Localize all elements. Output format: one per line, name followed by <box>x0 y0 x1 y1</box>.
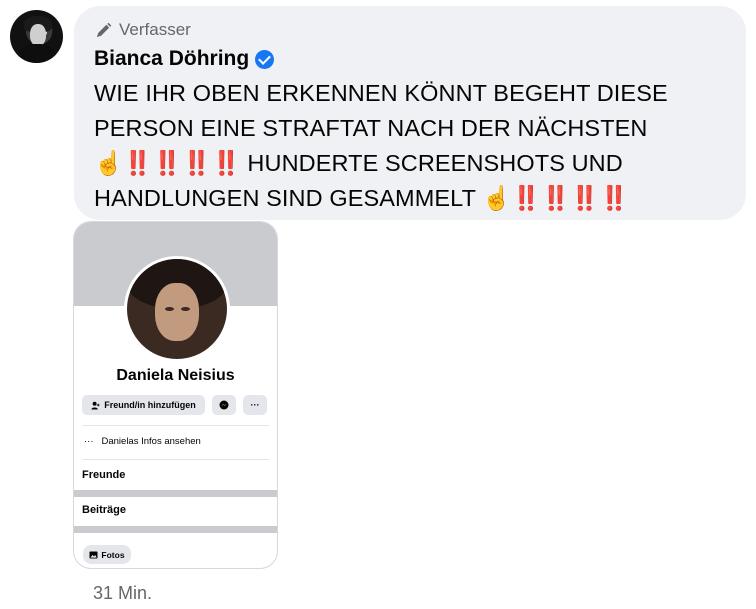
pencil-icon <box>96 22 112 37</box>
profile-eye-left <box>165 307 174 311</box>
photos-button: Fotos <box>83 545 131 564</box>
profile-name: Daniela Neisius <box>116 367 235 384</box>
messenger-icon <box>219 400 229 410</box>
role-label: Verfasser <box>119 20 191 39</box>
profile-eye-right <box>181 307 190 311</box>
author-role-badge: Verfasser <box>94 19 726 41</box>
photos-label: Fotos <box>101 549 125 560</box>
comment-text: WIE IHR OBEN ERKENNEN KÖNNT BEGEHT DIESE… <box>94 80 668 211</box>
add-person-icon <box>91 401 100 410</box>
photo-icon <box>89 550 98 559</box>
profile-action-row: Freund/in hinzufügen ··· <box>82 395 267 415</box>
attached-screenshot[interactable]: Daniela Neisius Freund/in hinzufügen ···… <box>73 221 278 569</box>
comment-bubble: Verfasser Bianca Döhring WIE IHR OBEN ER… <box>74 6 746 220</box>
add-friend-label: Freund/in hinzufügen <box>104 400 196 410</box>
divider <box>82 459 269 460</box>
profile-info-link: ··· Danielas Infos ansehen <box>84 436 201 447</box>
section-separator <box>74 526 277 533</box>
author-name[interactable]: Bianca Döhring <box>94 47 249 71</box>
more-options-button: ··· <box>243 395 267 415</box>
friends-section-title: Freunde <box>82 469 126 481</box>
info-label: Danielas Infos ansehen <box>101 436 201 447</box>
posts-section-title: Beiträge <box>82 504 127 516</box>
messenger-button <box>212 395 236 415</box>
avatar-body <box>18 44 56 63</box>
info-dots-icon: ··· <box>84 436 94 447</box>
verified-badge-icon <box>255 49 275 69</box>
comment-timestamp[interactable]: 31 Min. <box>93 583 152 604</box>
profile-picture <box>124 256 230 362</box>
author-row: Bianca Döhring <box>94 46 726 72</box>
divider <box>82 425 269 426</box>
add-friend-button: Freund/in hinzufügen <box>82 395 205 415</box>
avatar-face <box>30 24 46 46</box>
section-separator <box>74 490 277 497</box>
profile-face <box>155 283 199 341</box>
commenter-avatar[interactable] <box>10 10 63 63</box>
